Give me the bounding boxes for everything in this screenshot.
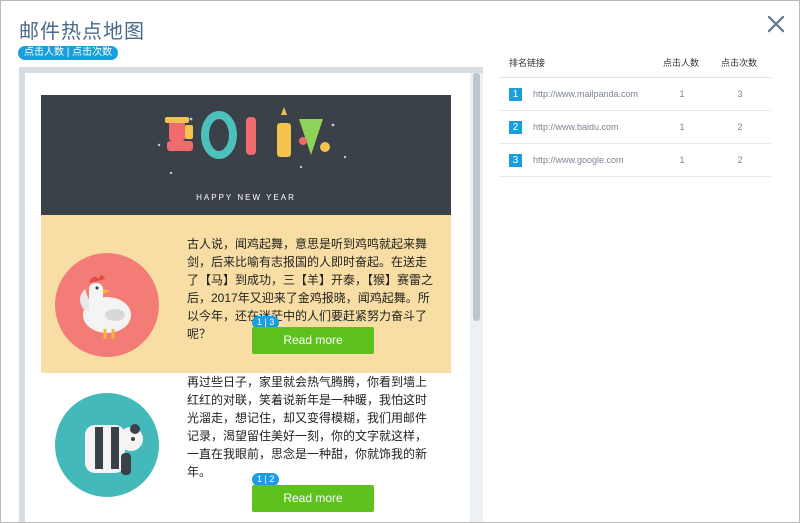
banner-greeting: HAPPY NEW YEAR (196, 193, 296, 202)
email-section-panda: 再过些日子，家里就会热气腾腾，你看到墙上红红的对联，笑着说新年是一种暖，我怕这时… (41, 373, 451, 522)
rank-people: 1 (679, 122, 685, 132)
heatmap-dialog: 邮件热点地图 点击人数 | 点击次数 HAPPY NEW YEAR 古人说，闻鸡… (0, 0, 800, 523)
rooster-illustration (55, 253, 159, 357)
table-row[interactable]: 3 http://www.google.com 1 2 (499, 144, 771, 177)
rank-clicks: 2 (737, 122, 743, 132)
table-header: 排名链接 点击人数 点击次数 (499, 47, 771, 78)
read-more-button[interactable]: Read more (252, 485, 374, 512)
rank-people: 1 (679, 155, 685, 165)
close-icon[interactable] (765, 13, 787, 35)
rank-number: 1 (509, 88, 522, 101)
table-row[interactable]: 1 http://www.mailpanda.com 1 3 (499, 78, 771, 111)
link-ranking-table: 排名链接 点击人数 点击次数 1 http://www.mailpanda.co… (499, 47, 771, 177)
rank-url[interactable]: http://www.baidu.com (533, 122, 619, 132)
panda-illustration (55, 393, 159, 497)
read-more-button[interactable]: Read more (252, 327, 374, 354)
header-people: 点击人数 (663, 58, 700, 68)
email-canvas: HAPPY NEW YEAR 古人说，闻鸡起舞，意思是听到鸡鸣就起来舞剑，后来比… (25, 73, 470, 522)
rank-people: 1 (679, 89, 685, 99)
rank-number: 3 (509, 154, 522, 167)
new-year-banner: HAPPY NEW YEAR (41, 95, 451, 215)
header-clicks: 点击次数 (721, 58, 758, 68)
rank-url[interactable]: http://www.mailpanda.com (533, 89, 638, 99)
legend-pill: 点击人数 | 点击次数 (18, 46, 119, 60)
rank-number: 2 (509, 121, 522, 134)
panda-paragraph: 再过些日子，家里就会热气腾腾，你看到墙上红红的对联，笑着说新年是一种暖，我怕这时… (187, 375, 428, 479)
email-preview: HAPPY NEW YEAR 古人说，闻鸡起舞，意思是听到鸡鸣就起来舞剑，后来比… (19, 67, 483, 522)
rank-clicks: 2 (737, 155, 743, 165)
header-link: 排名链接 (509, 58, 546, 68)
table-row[interactable]: 2 http://www.baidu.com 1 2 (499, 111, 771, 144)
rank-clicks: 3 (737, 89, 743, 99)
preview-scroll-thumb[interactable] (473, 73, 480, 321)
dialog-title: 邮件热点地图 (19, 21, 145, 43)
rank-url[interactable]: http://www.google.com (533, 155, 624, 165)
email-section-rooster: 古人说，闻鸡起舞，意思是听到鸡鸣就起来舞剑，后来比喻有志报国的人即时奋起。在送走… (41, 215, 451, 373)
